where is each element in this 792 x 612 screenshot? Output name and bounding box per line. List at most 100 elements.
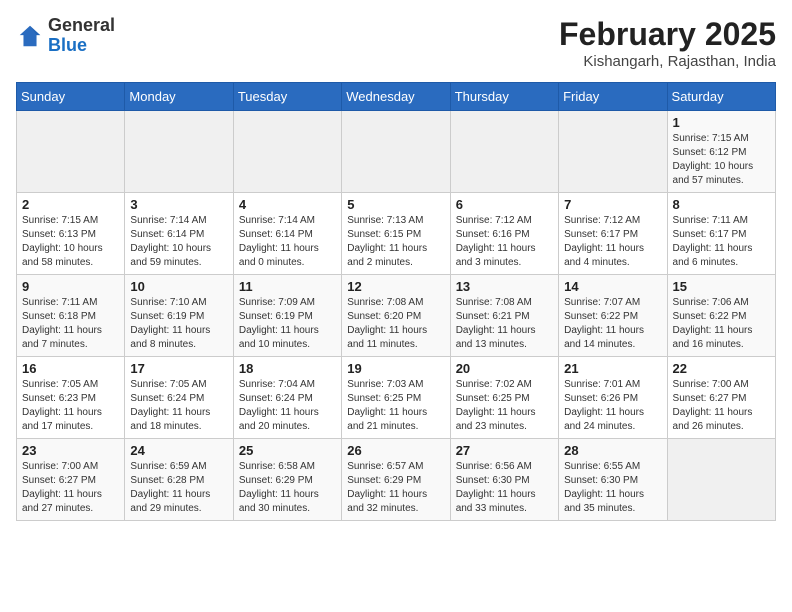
day-info: Sunrise: 7:08 AM Sunset: 6:20 PM Dayligh… xyxy=(347,296,444,352)
day-info: Sunrise: 7:11 AM Sunset: 6:17 PM Dayligh… xyxy=(673,214,770,270)
day-number: 18 xyxy=(239,361,336,376)
day-cell: 23 Sunrise: 7:00 AM Sunset: 6:27 PM Dayli… xyxy=(17,439,125,521)
day-cell: 4 Sunrise: 7:14 AM Sunset: 6:14 PM Daylig… xyxy=(233,193,341,275)
week-row-4: 16Sunrise: 7:05 AM Sunset: 6:23 PM Dayli… xyxy=(17,357,776,439)
day-info: Sunrise: 7:10 AM Sunset: 6:19 PM Dayligh… xyxy=(130,296,227,352)
day-cell: 11 Sunrise: 7:09 AM Sunset: 6:19 PM Dayli… xyxy=(233,275,341,357)
day-number: 22 xyxy=(673,361,770,376)
day-number: 16 xyxy=(22,361,119,376)
day-cell: 25Sunrise: 6:58 AM Sunset: 6:29 PM Dayli… xyxy=(233,439,341,521)
weekday-header-friday: Friday xyxy=(559,83,667,111)
day-number: 12 xyxy=(347,279,444,294)
day-number: 8 xyxy=(673,197,770,212)
week-row-1: 1 Sunrise: 7:15 AM Sunset: 6:12 PM Daylig… xyxy=(17,111,776,193)
location: Kishangarh, Rajasthan, India xyxy=(559,53,776,70)
weekday-header-sunday: Sunday xyxy=(17,83,125,111)
week-row-3: 9 Sunrise: 7:11 AM Sunset: 6:18 PM Daylig… xyxy=(17,275,776,357)
calendar-table: SundayMondayTuesdayWednesdayThursdayFrid… xyxy=(16,82,776,521)
day-cell: 20 Sunrise: 7:02 AM Sunset: 6:25 PM Dayli… xyxy=(450,357,558,439)
day-cell: 8 Sunrise: 7:11 AM Sunset: 6:17 PM Daylig… xyxy=(667,193,775,275)
day-info: Sunrise: 7:04 AM Sunset: 6:24 PM Dayligh… xyxy=(239,378,336,434)
page-header: General Blue February 2025 Kishangarh, R… xyxy=(16,16,776,70)
day-cell: 10 Sunrise: 7:10 AM Sunset: 6:19 PM Dayli… xyxy=(125,275,233,357)
day-info: Sunrise: 7:12 AM Sunset: 6:16 PM Dayligh… xyxy=(456,214,553,270)
day-number: 6 xyxy=(456,197,553,212)
day-cell: 27 Sunrise: 6:56 AM Sunset: 6:30 PM Dayli… xyxy=(450,439,558,521)
day-cell: 17 Sunrise: 7:05 AM Sunset: 6:24 PM Dayli… xyxy=(125,357,233,439)
day-cell xyxy=(559,111,667,193)
day-info: Sunrise: 6:59 AM Sunset: 6:28 PM Dayligh… xyxy=(130,460,227,516)
day-number: 24 xyxy=(130,443,227,458)
day-number: 11 xyxy=(239,279,336,294)
day-cell: 16Sunrise: 7:05 AM Sunset: 6:23 PM Dayli… xyxy=(17,357,125,439)
day-cell: 5 Sunrise: 7:13 AM Sunset: 6:15 PM Daylig… xyxy=(342,193,450,275)
day-info: Sunrise: 7:02 AM Sunset: 6:25 PM Dayligh… xyxy=(456,378,553,434)
day-number: 15 xyxy=(673,279,770,294)
day-cell xyxy=(17,111,125,193)
day-info: Sunrise: 7:15 AM Sunset: 6:13 PM Dayligh… xyxy=(22,214,119,270)
day-cell xyxy=(233,111,341,193)
day-info: Sunrise: 6:55 AM Sunset: 6:30 PM Dayligh… xyxy=(564,460,661,516)
day-number: 25 xyxy=(239,443,336,458)
weekday-header-row: SundayMondayTuesdayWednesdayThursdayFrid… xyxy=(17,83,776,111)
day-info: Sunrise: 7:06 AM Sunset: 6:22 PM Dayligh… xyxy=(673,296,770,352)
day-info: Sunrise: 7:01 AM Sunset: 6:26 PM Dayligh… xyxy=(564,378,661,434)
weekday-header-saturday: Saturday xyxy=(667,83,775,111)
day-number: 1 xyxy=(673,115,770,130)
day-number: 14 xyxy=(564,279,661,294)
day-number: 23 xyxy=(22,443,119,458)
day-info: Sunrise: 7:12 AM Sunset: 6:17 PM Dayligh… xyxy=(564,214,661,270)
day-number: 3 xyxy=(130,197,227,212)
day-cell: 9 Sunrise: 7:11 AM Sunset: 6:18 PM Daylig… xyxy=(17,275,125,357)
day-cell xyxy=(125,111,233,193)
day-info: Sunrise: 6:57 AM Sunset: 6:29 PM Dayligh… xyxy=(347,460,444,516)
day-number: 28 xyxy=(564,443,661,458)
day-cell: 7Sunrise: 7:12 AM Sunset: 6:17 PM Daylig… xyxy=(559,193,667,275)
day-cell: 24 Sunrise: 6:59 AM Sunset: 6:28 PM Dayli… xyxy=(125,439,233,521)
day-cell: 6 Sunrise: 7:12 AM Sunset: 6:16 PM Daylig… xyxy=(450,193,558,275)
month-title: February 2025 xyxy=(559,16,776,53)
day-cell: 26 Sunrise: 6:57 AM Sunset: 6:29 PM Dayli… xyxy=(342,439,450,521)
day-cell: 22Sunrise: 7:00 AM Sunset: 6:27 PM Dayli… xyxy=(667,357,775,439)
day-cell: 28 Sunrise: 6:55 AM Sunset: 6:30 PM Dayli… xyxy=(559,439,667,521)
day-cell: 21Sunrise: 7:01 AM Sunset: 6:26 PM Dayli… xyxy=(559,357,667,439)
day-cell: 15 Sunrise: 7:06 AM Sunset: 6:22 PM Dayli… xyxy=(667,275,775,357)
week-row-2: 2Sunrise: 7:15 AM Sunset: 6:13 PM Daylig… xyxy=(17,193,776,275)
weekday-header-thursday: Thursday xyxy=(450,83,558,111)
day-info: Sunrise: 7:14 AM Sunset: 6:14 PM Dayligh… xyxy=(130,214,227,270)
day-number: 17 xyxy=(130,361,227,376)
logo-icon xyxy=(16,22,44,50)
day-number: 4 xyxy=(239,197,336,212)
weekday-header-wednesday: Wednesday xyxy=(342,83,450,111)
day-number: 10 xyxy=(130,279,227,294)
day-cell xyxy=(342,111,450,193)
day-cell: 3 Sunrise: 7:14 AM Sunset: 6:14 PM Daylig… xyxy=(125,193,233,275)
day-number: 27 xyxy=(456,443,553,458)
day-info: Sunrise: 7:11 AM Sunset: 6:18 PM Dayligh… xyxy=(22,296,119,352)
day-cell: 12 Sunrise: 7:08 AM Sunset: 6:20 PM Dayli… xyxy=(342,275,450,357)
day-cell xyxy=(450,111,558,193)
day-info: Sunrise: 7:05 AM Sunset: 6:24 PM Dayligh… xyxy=(130,378,227,434)
day-info: Sunrise: 7:00 AM Sunset: 6:27 PM Dayligh… xyxy=(22,460,119,516)
day-cell: 19 Sunrise: 7:03 AM Sunset: 6:25 PM Dayli… xyxy=(342,357,450,439)
day-number: 26 xyxy=(347,443,444,458)
day-info: Sunrise: 7:09 AM Sunset: 6:19 PM Dayligh… xyxy=(239,296,336,352)
day-info: Sunrise: 7:13 AM Sunset: 6:15 PM Dayligh… xyxy=(347,214,444,270)
day-info: Sunrise: 6:56 AM Sunset: 6:30 PM Dayligh… xyxy=(456,460,553,516)
day-cell: 1 Sunrise: 7:15 AM Sunset: 6:12 PM Daylig… xyxy=(667,111,775,193)
day-number: 5 xyxy=(347,197,444,212)
day-info: Sunrise: 7:14 AM Sunset: 6:14 PM Dayligh… xyxy=(239,214,336,270)
day-info: Sunrise: 7:03 AM Sunset: 6:25 PM Dayligh… xyxy=(347,378,444,434)
logo-text: General Blue xyxy=(48,16,115,56)
day-info: Sunrise: 7:15 AM Sunset: 6:12 PM Dayligh… xyxy=(673,132,770,188)
day-cell: 2Sunrise: 7:15 AM Sunset: 6:13 PM Daylig… xyxy=(17,193,125,275)
day-number: 20 xyxy=(456,361,553,376)
weekday-header-monday: Monday xyxy=(125,83,233,111)
day-cell xyxy=(667,439,775,521)
day-number: 19 xyxy=(347,361,444,376)
day-cell: 14 Sunrise: 7:07 AM Sunset: 6:22 PM Dayli… xyxy=(559,275,667,357)
day-info: Sunrise: 7:07 AM Sunset: 6:22 PM Dayligh… xyxy=(564,296,661,352)
day-cell: 13Sunrise: 7:08 AM Sunset: 6:21 PM Dayli… xyxy=(450,275,558,357)
day-number: 13 xyxy=(456,279,553,294)
day-number: 9 xyxy=(22,279,119,294)
